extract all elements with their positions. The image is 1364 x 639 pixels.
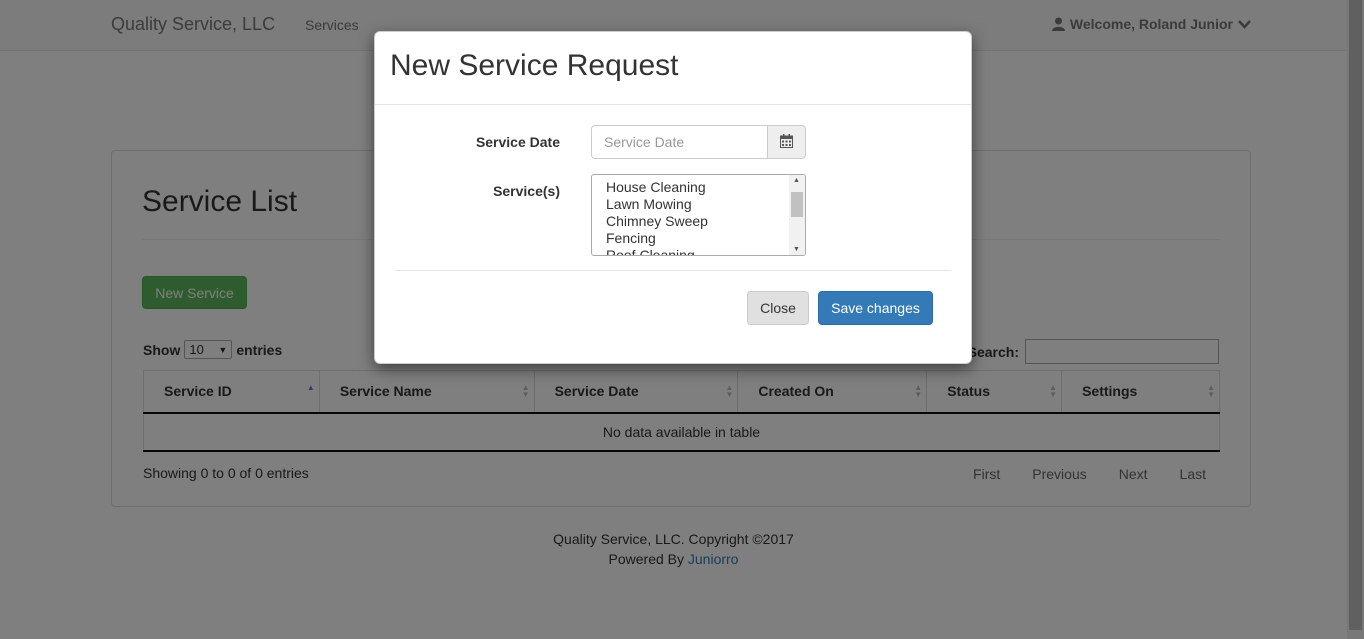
service-option-roof-cleaning[interactable]: Roof Cleaning (606, 247, 805, 255)
services-scrollbar[interactable]: ▲ ▼ (789, 175, 805, 255)
service-date-input[interactable] (591, 125, 767, 159)
service-option-chimney-sweep[interactable]: Chimney Sweep (606, 213, 805, 230)
services-scrollbar-thumb[interactable] (791, 192, 803, 217)
new-service-modal: New Service Request Service Date Service… (374, 31, 972, 364)
services-options: House Cleaning Lawn Mowing Chimney Sweep… (592, 175, 805, 255)
service-date-label: Service Date (475, 134, 560, 150)
calendar-button[interactable] (767, 125, 806, 159)
services-multiselect[interactable]: House Cleaning Lawn Mowing Chimney Sweep… (591, 174, 806, 256)
modal-title: New Service Request (390, 49, 679, 82)
modal-header: New Service Request (375, 32, 971, 105)
close-button[interactable]: Close (747, 291, 809, 325)
service-option-lawn-mowing[interactable]: Lawn Mowing (606, 196, 805, 213)
modal-footer-divider (395, 270, 951, 271)
service-date-group (591, 125, 806, 159)
scroll-down-arrow-icon[interactable]: ▼ (793, 246, 800, 253)
save-changes-button[interactable]: Save changes (818, 291, 933, 325)
scroll-up-arrow-icon[interactable]: ▲ (793, 177, 800, 184)
service-option-fencing[interactable]: Fencing (606, 230, 805, 247)
service-option-house-cleaning[interactable]: House Cleaning (606, 179, 805, 196)
services-label: Service(s) (493, 183, 560, 199)
calendar-icon (780, 133, 793, 151)
